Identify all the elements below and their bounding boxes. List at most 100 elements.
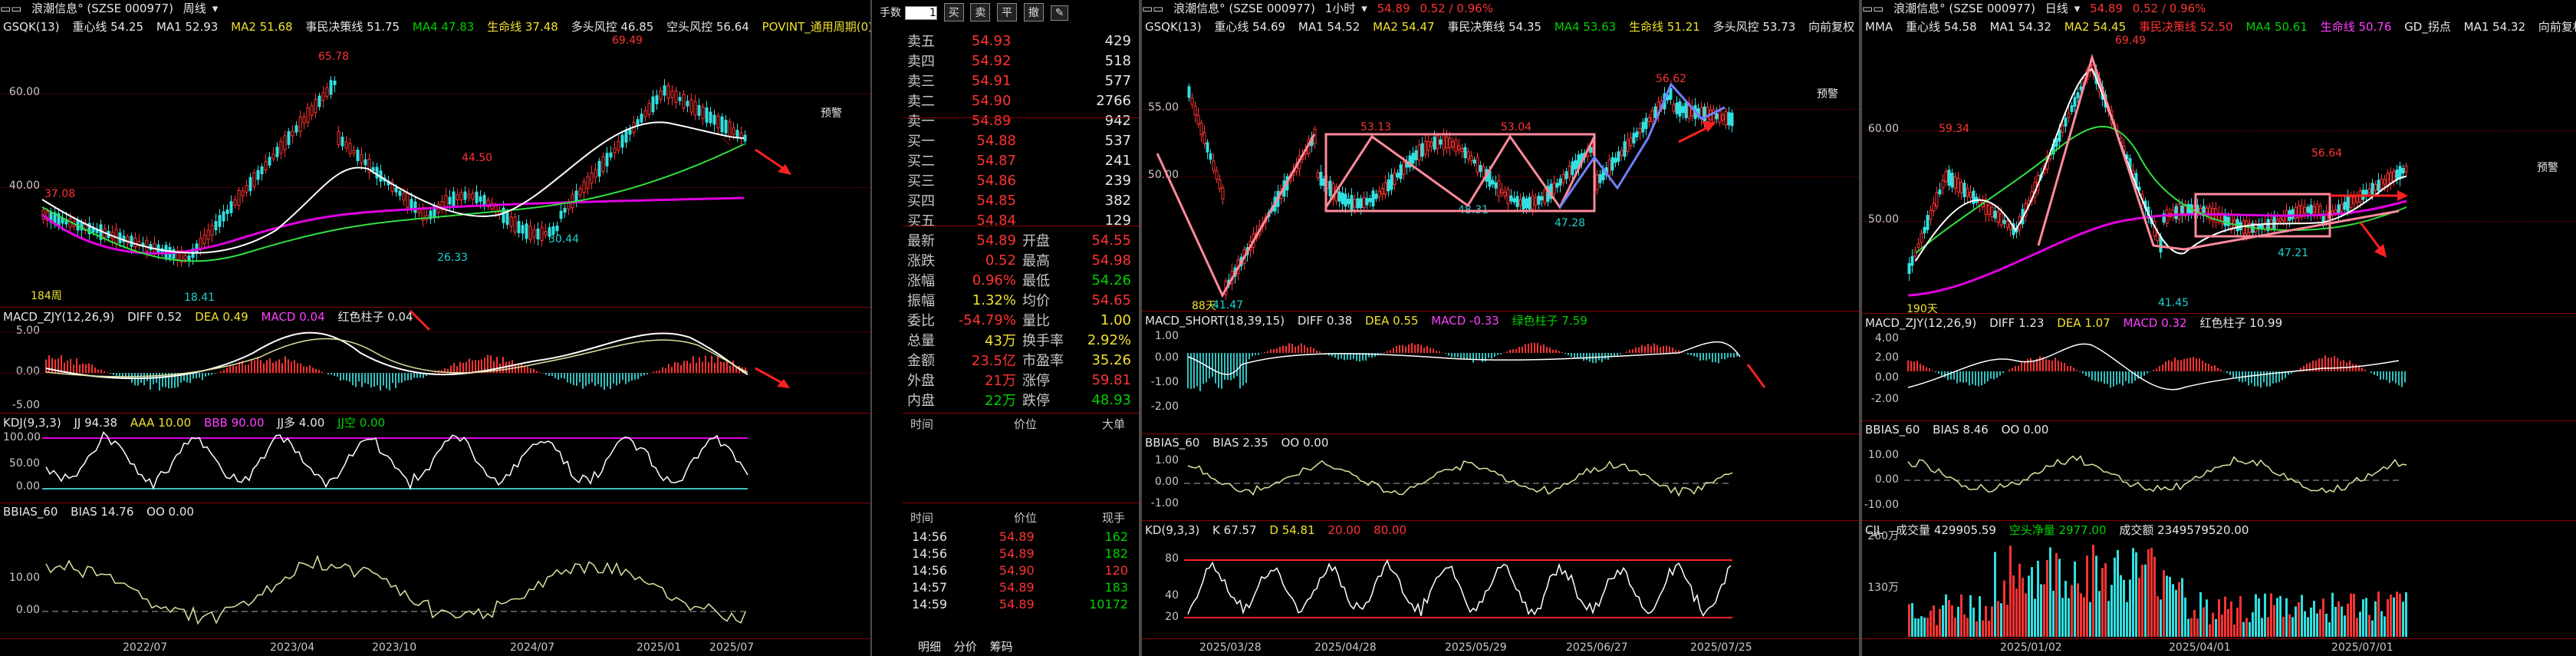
candle xyxy=(456,194,459,200)
candle xyxy=(1522,196,1525,210)
volume-bar xyxy=(2071,585,2073,637)
volume-bar xyxy=(2172,584,2174,637)
cancel-order-button[interactable]: 撤 xyxy=(1023,3,1044,21)
table-row[interactable]: 卖四 54.92 518 xyxy=(904,51,1134,71)
volume-bar xyxy=(2353,593,2355,637)
candle xyxy=(2318,206,2322,215)
volume-bar xyxy=(2022,578,2024,637)
volume-bar xyxy=(2034,598,2036,637)
close-position-button[interactable]: 平 xyxy=(997,3,1018,21)
bid-level-label: 买四 xyxy=(907,193,935,209)
buy-button[interactable]: 买 xyxy=(943,3,964,21)
volume-bar xyxy=(2150,547,2153,637)
left-chart-pane[interactable]: ▭▭ 浪潮信息° (SZSE 000977) 周线 ▾ GSQK(13) 重心线 … xyxy=(0,0,874,656)
stat-value: 54.26 xyxy=(1091,272,1131,288)
volume-bar xyxy=(2147,549,2150,637)
tab-price-split[interactable]: 分价 xyxy=(954,640,977,654)
candle xyxy=(225,209,229,214)
candle xyxy=(1221,187,1225,199)
table-row[interactable]: 卖三 54.91 577 xyxy=(904,71,1134,91)
volume-bar xyxy=(2160,599,2162,637)
bid-price: 54.86 xyxy=(976,172,1016,189)
table-row[interactable]: 委比 -54.79% 量比 1.00 xyxy=(904,310,1134,330)
candle xyxy=(2367,188,2371,194)
volume-bar xyxy=(2258,598,2260,637)
tab-detail[interactable]: 明细 xyxy=(918,640,941,654)
table-row[interactable]: 卖五 54.93 429 xyxy=(904,31,1134,51)
volume-bar xyxy=(2025,593,2027,637)
table-row[interactable]: 涨跌 0.52 最高 54.98 xyxy=(904,250,1134,270)
table-row[interactable]: 14:57 54.89 183 xyxy=(909,579,1131,595)
ask-price: 54.90 xyxy=(971,92,1012,109)
table-row[interactable]: 卖一 54.89 942 xyxy=(904,110,1134,130)
table-row[interactable]: 买二 54.87 241 xyxy=(904,150,1134,170)
candle xyxy=(2334,209,2337,214)
pencil-icon[interactable]: ✎ xyxy=(1050,5,1069,21)
candle xyxy=(1528,196,1531,209)
tick-price: 54.89 xyxy=(998,596,1035,611)
volume-bar xyxy=(1911,602,1913,637)
table-row[interactable]: 买五 54.84 129 xyxy=(904,210,1134,230)
table-row[interactable]: 内盘 22万 跌停 48.93 xyxy=(904,390,1134,410)
x-axis-label: 2025/04/28 xyxy=(1314,641,1377,654)
volume-bar xyxy=(2169,576,2171,637)
table-row[interactable]: 14:56 54.89 162 xyxy=(909,528,1131,545)
table-row[interactable]: 买一 54.88 537 xyxy=(904,130,1134,150)
volume-bar xyxy=(1979,596,1981,637)
mid-chart-pane[interactable]: ▭▭ 浪潮信息° (SZSE 000977) 1小时 ▾ 54.89 0.52 /… xyxy=(1142,0,1859,656)
volume-bar xyxy=(2012,575,2015,637)
table-row[interactable]: 涨幅 0.96% 最低 54.26 xyxy=(904,270,1134,290)
candle xyxy=(402,193,406,201)
volume-bar xyxy=(1948,600,1950,637)
candle xyxy=(410,199,413,209)
table-row[interactable]: 总量 43万 换手率 2.92% xyxy=(904,330,1134,350)
volume-bar xyxy=(2077,583,2079,637)
candle xyxy=(1598,173,1602,183)
candle xyxy=(183,255,187,260)
table-row[interactable]: 买三 54.86 239 xyxy=(904,170,1134,190)
candle xyxy=(1476,157,1479,173)
stat-value: 22万 xyxy=(985,393,1016,409)
table-row[interactable]: 14:56 54.90 120 xyxy=(909,562,1131,579)
candle xyxy=(1929,209,1933,220)
volume-bar xyxy=(1936,625,1938,637)
candle xyxy=(394,187,398,193)
table-row[interactable]: 14:56 54.89 182 xyxy=(909,545,1131,562)
table-row[interactable]: 振幅 1.32% 均价 54.65 xyxy=(904,290,1134,310)
tab-chips[interactable]: 筹码 xyxy=(990,640,1013,654)
candle xyxy=(1190,97,1194,105)
sell-button[interactable]: 卖 xyxy=(970,3,991,21)
table-row[interactable]: 外盘 21万 涨停 59.81 xyxy=(904,370,1134,390)
table-row[interactable]: 最新 54.89 开盘 54.55 xyxy=(904,230,1134,250)
table-row[interactable]: 卖二 54.90 2766 xyxy=(904,91,1134,110)
volume-bar xyxy=(1969,595,1972,637)
table-row[interactable]: 14:59 54.89 10172 xyxy=(909,595,1131,612)
volume-bar xyxy=(2279,595,2282,637)
stat-label: 涨停 xyxy=(1022,373,1050,389)
volume-bar xyxy=(2261,618,2263,637)
stat-label: 最高 xyxy=(1022,253,1050,269)
bid-volume: 382 xyxy=(1104,192,1131,209)
qty-input[interactable]: 1 xyxy=(904,6,937,20)
candle xyxy=(1353,199,1357,208)
volume-bar xyxy=(2396,592,2398,637)
volume-bar xyxy=(2015,588,2018,637)
ask-price: 54.92 xyxy=(971,52,1012,69)
candle xyxy=(1341,193,1344,205)
table-row[interactable]: 金额 23.5亿 市盈率 35.26 xyxy=(904,350,1134,370)
volume-bar xyxy=(2095,555,2097,637)
candle xyxy=(517,221,521,233)
volume-bar xyxy=(2080,593,2082,637)
volume-bar xyxy=(2055,552,2058,637)
candle xyxy=(689,99,693,113)
left-price-chart xyxy=(41,76,791,268)
stat-label: 总量 xyxy=(907,333,935,349)
stat-label: 换手率 xyxy=(1022,333,1064,349)
x-axis-label: 2025/06/27 xyxy=(1566,641,1628,654)
volume-bar xyxy=(2282,616,2285,637)
column-header: 大单 xyxy=(1102,417,1126,431)
table-row[interactable]: 买四 54.85 382 xyxy=(904,190,1134,210)
x-axis-label: 2025/05/29 xyxy=(1445,641,1507,654)
right-chart-pane[interactable]: ▭▭ 浪潮信息° (SZSE 000977) 日线 ▾ 54.89 0.52 / … xyxy=(1862,0,2576,656)
candle xyxy=(1678,101,1682,117)
